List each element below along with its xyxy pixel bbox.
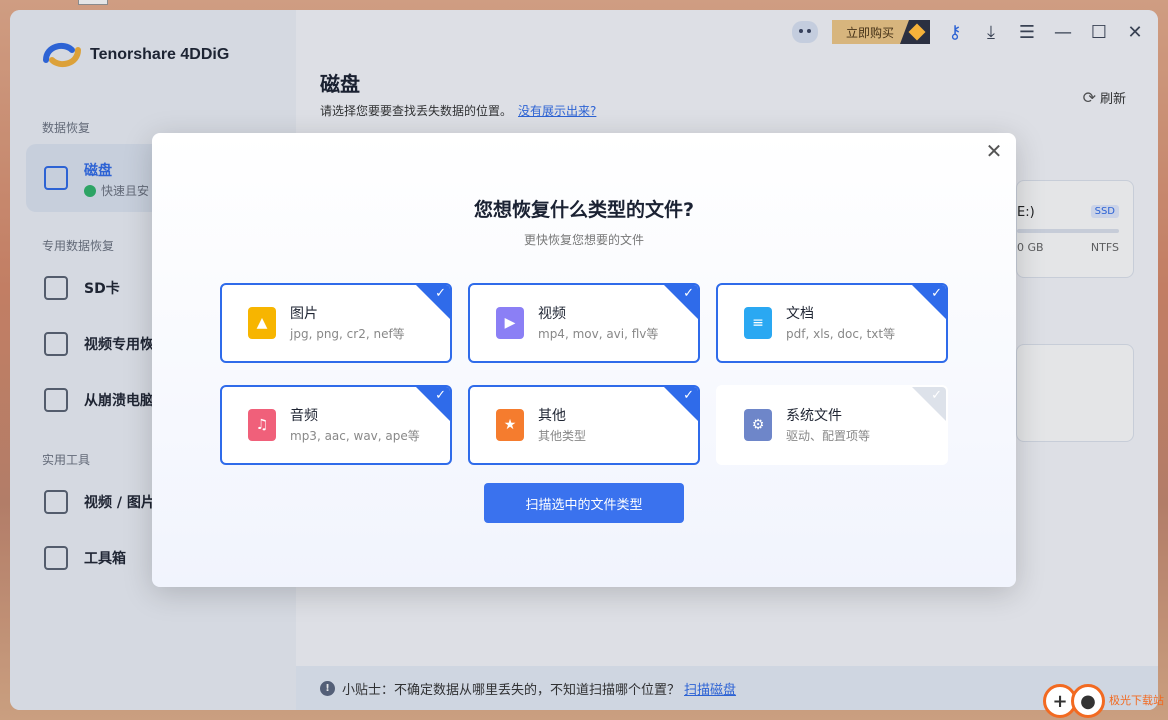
type-extensions: mp4, mov, avi, flv等 — [538, 327, 659, 341]
type-extensions: 驱动、配置项等 — [786, 429, 871, 443]
image-icon: ▲ — [248, 307, 276, 339]
dialog-title: 您想恢复什么类型的文件? — [473, 199, 695, 221]
checkmark-icon: ✓ — [435, 388, 446, 403]
type-card-other[interactable]: ★ 其他 其他类型 ✓ — [468, 385, 700, 465]
scan-selected-types-button[interactable]: 扫描选中的文件类型 — [484, 483, 684, 523]
audio-icon: ♫ — [248, 409, 276, 441]
close-icon[interactable]: ✕ — [984, 141, 1004, 161]
type-extensions: 其他类型 — [538, 429, 587, 443]
checkmark-icon: ✓ — [931, 388, 942, 403]
type-card-videos[interactable]: ▶ 视频 mp4, mov, avi, flv等 ✓ — [468, 283, 700, 363]
type-extensions: mp3, aac, wav, ape等 — [290, 429, 420, 443]
type-extensions: pdf, xls, doc, txt等 — [786, 327, 896, 341]
type-card-documents[interactable]: ≡ 文档 pdf, xls, doc, txt等 ✓ — [716, 283, 948, 363]
document-icon: ≡ — [744, 307, 772, 339]
video-icon: ▶ — [496, 307, 524, 339]
dialog-subtitle: 更快恢复您想要的文件 — [523, 233, 644, 247]
type-name: 系统文件 — [786, 408, 842, 424]
watermark: + ● 极光下载站 — [1043, 684, 1164, 718]
type-card-images[interactable]: ▲ 图片 jpg, png, cr2, nef等 ✓ — [220, 283, 452, 363]
checkmark-icon: ✓ — [435, 286, 446, 301]
type-name: 图片 — [290, 306, 318, 322]
type-card-system-files[interactable]: ⚙ 系统文件 驱动、配置项等 ✓ — [716, 385, 948, 465]
type-name: 音频 — [290, 408, 318, 424]
type-card-audio[interactable]: ♫ 音频 mp3, aac, wav, ape等 ✓ — [220, 385, 452, 465]
checkmark-icon: ✓ — [931, 286, 942, 301]
watermark-text: 极光下载站 — [1109, 694, 1164, 707]
watermark-dot-icon: ● — [1071, 684, 1105, 718]
checkmark-icon: ✓ — [683, 286, 694, 301]
type-name: 视频 — [538, 306, 566, 322]
checkmark-icon: ✓ — [683, 388, 694, 403]
star-icon: ★ — [496, 409, 524, 441]
gear-icon: ⚙ — [744, 409, 772, 441]
type-extensions: jpg, png, cr2, nef等 — [290, 327, 405, 341]
file-type-dialog: ✕ 您想恢复什么类型的文件? 更快恢复您想要的文件 ▲ 图片 jpg, png,… — [152, 133, 1016, 587]
type-name: 文档 — [786, 306, 814, 322]
type-name: 其他 — [538, 408, 566, 424]
